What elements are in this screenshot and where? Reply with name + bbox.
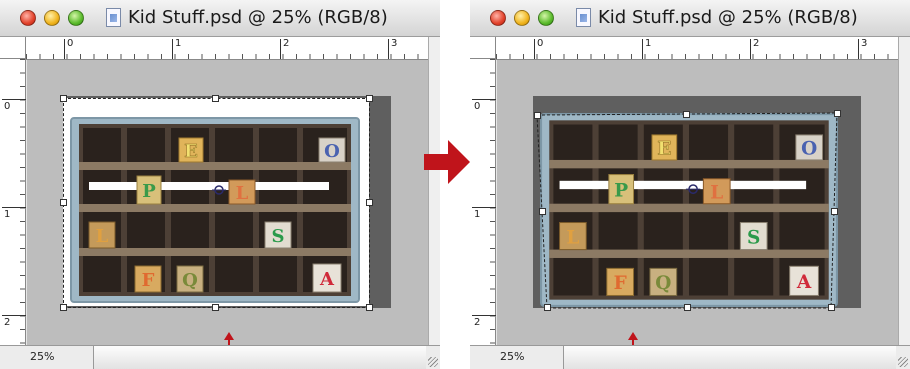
transform-handle-left[interactable] xyxy=(539,208,546,215)
transform-handle-right[interactable] xyxy=(831,208,838,215)
ruler-label: 1 xyxy=(175,38,182,49)
transform-bounding-box[interactable] xyxy=(63,98,370,308)
ruler-label: 0 xyxy=(67,38,74,49)
resize-grip-icon[interactable] xyxy=(898,357,908,367)
zoom-level-field[interactable]: 25% xyxy=(0,346,94,369)
horizontal-scrollbar[interactable] xyxy=(94,346,426,369)
ruler-label: 1 xyxy=(474,209,481,220)
zoom-button[interactable] xyxy=(538,10,554,26)
close-button[interactable] xyxy=(20,10,36,26)
transform-handle-top-right[interactable] xyxy=(834,110,841,117)
distort-bounding-box[interactable] xyxy=(533,106,843,312)
transform-handle-right[interactable] xyxy=(366,199,373,206)
psd-document-icon xyxy=(576,8,591,27)
ruler-label: 0 xyxy=(537,38,544,49)
ruler-label: 2 xyxy=(283,38,290,49)
ruler-origin[interactable] xyxy=(470,37,496,59)
resize-grip-icon[interactable] xyxy=(428,357,438,367)
minimize-button[interactable] xyxy=(44,10,60,26)
minimize-button[interactable] xyxy=(514,10,530,26)
ruler-label: 3 xyxy=(391,38,398,49)
status-bar: 25% xyxy=(0,345,440,369)
canvas-area[interactable] xyxy=(497,60,898,357)
close-button[interactable] xyxy=(490,10,506,26)
transform-handle-bottom-right[interactable] xyxy=(366,304,373,311)
transform-handle-top-left[interactable] xyxy=(534,112,541,119)
document-window-after: Kid Stuff.psd @ 25% (RGB/8) 0 1 2 3 0 1 … xyxy=(470,0,910,369)
ruler-label: 0 xyxy=(474,101,481,112)
psd-document-icon xyxy=(106,8,121,27)
zoom-level-field[interactable]: 25% xyxy=(470,346,564,369)
transform-handle-top-left[interactable] xyxy=(60,95,67,102)
ruler-label: 2 xyxy=(753,38,760,49)
vertical-scrollbar[interactable] xyxy=(898,37,910,345)
transform-handle-bottom[interactable] xyxy=(684,304,691,311)
ruler-label: 0 xyxy=(4,101,11,112)
arrow-right-icon xyxy=(424,140,470,184)
transform-handle-top[interactable] xyxy=(212,95,219,102)
horizontal-ruler[interactable]: 0 1 2 3 xyxy=(496,37,898,60)
ruler-label: 3 xyxy=(861,38,868,49)
ruler-label: 1 xyxy=(645,38,652,49)
zoom-button[interactable] xyxy=(68,10,84,26)
ruler-label: 2 xyxy=(4,317,11,328)
window-title: Kid Stuff.psd @ 25% (RGB/8) xyxy=(598,7,858,28)
horizontal-ruler[interactable]: 0 1 2 3 xyxy=(26,37,428,60)
transform-handle-bottom[interactable] xyxy=(212,304,219,311)
vertical-scrollbar[interactable] xyxy=(428,37,440,345)
transform-handle-top-right[interactable] xyxy=(366,95,373,102)
vertical-ruler[interactable]: 0 1 2 xyxy=(0,59,26,345)
vertical-ruler[interactable]: 0 1 2 xyxy=(470,59,496,345)
status-bar: 25% xyxy=(470,345,910,369)
title-bar[interactable]: Kid Stuff.psd @ 25% (RGB/8) xyxy=(470,0,910,37)
window-title: Kid Stuff.psd @ 25% (RGB/8) xyxy=(128,7,388,28)
title-bar[interactable]: Kid Stuff.psd @ 25% (RGB/8) xyxy=(0,0,440,37)
ruler-label: 1 xyxy=(4,209,11,220)
transform-handle-bottom-left[interactable] xyxy=(544,304,551,311)
horizontal-scrollbar[interactable] xyxy=(564,346,896,369)
transform-handle-left[interactable] xyxy=(60,199,67,206)
ruler-label: 2 xyxy=(474,317,481,328)
transform-handle-bottom-right[interactable] xyxy=(828,304,835,311)
transform-handle-top[interactable] xyxy=(683,111,690,118)
document-window-before: Kid Stuff.psd @ 25% (RGB/8) 0 1 2 3 0 1 … xyxy=(0,0,440,369)
ruler-origin[interactable] xyxy=(0,37,26,59)
canvas-area[interactable] xyxy=(27,60,428,357)
transform-handle-bottom-left[interactable] xyxy=(60,304,67,311)
